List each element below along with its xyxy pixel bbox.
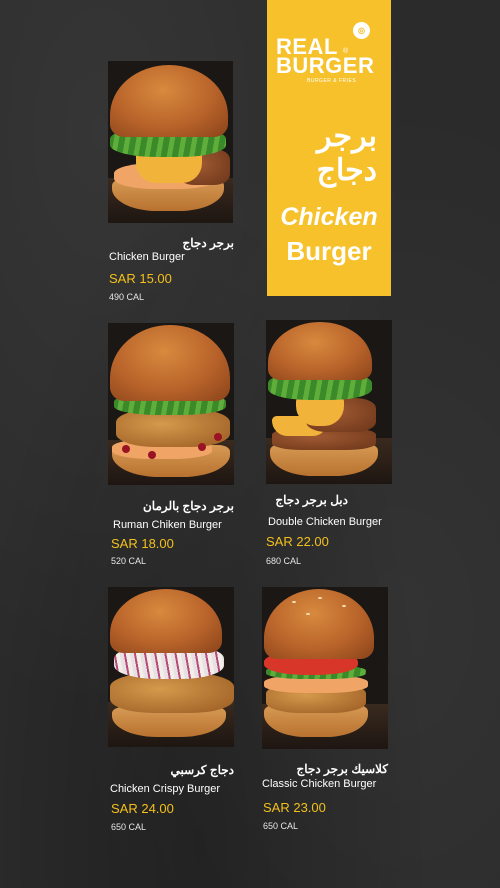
item-name-ar: دبل برجر دجاج: [275, 493, 348, 507]
brand-tagline: BURGER & FRIES: [307, 78, 357, 84]
item-name-ar: برجر دجاج بالرمان: [142, 499, 234, 513]
brand-logo-icon: ◎: [353, 22, 370, 39]
item-price: SAR 22.00: [266, 534, 329, 549]
item-calories: 520 CAL: [111, 556, 147, 566]
category-banner: REAL ◎ ® BURGER BURGER & FRIES برجر دجاج…: [267, 0, 391, 296]
item-calories: 650 CAL: [111, 822, 147, 832]
item-price: SAR 23.00: [263, 800, 326, 815]
banner-title-en-line2: Burger: [286, 236, 372, 266]
item-name-ar: دجاج كرسبي: [170, 763, 234, 777]
item-photo-ruman-chicken-burger[interactable]: [108, 323, 234, 485]
item-photo-chicken-crispy-burger[interactable]: [108, 587, 234, 747]
item-name-en: Classic Chicken Burger: [262, 778, 377, 790]
item-price: SAR 18.00: [111, 536, 174, 551]
item-photo-chicken-burger[interactable]: [108, 61, 233, 223]
item-name-ar: برجر دجاج: [182, 236, 235, 250]
banner-title-en-line1: Chicken: [280, 203, 378, 231]
brand-name-line2: BURGER: [276, 53, 375, 78]
item-photo-classic-chicken-burger[interactable]: [262, 587, 388, 749]
item-photo-double-chicken-burger[interactable]: [266, 320, 392, 484]
item-name-en: Ruman Chiken Burger: [113, 519, 222, 531]
item-calories: 650 CAL: [263, 821, 299, 831]
item-price: SAR 15.00: [109, 271, 172, 286]
item-name-en: Double Chicken Burger: [268, 516, 382, 528]
banner-title-arabic: برجر دجاج: [316, 120, 377, 187]
item-name-en: Chicken Crispy Burger: [110, 783, 221, 795]
item-calories: 490 CAL: [109, 292, 145, 302]
item-price: SAR 24.00: [111, 801, 174, 816]
item-name-ar: كلاسيك برجر دجاج: [296, 762, 389, 776]
item-calories: 680 CAL: [266, 556, 302, 566]
item-name-en: Chicken Burger: [109, 251, 185, 263]
